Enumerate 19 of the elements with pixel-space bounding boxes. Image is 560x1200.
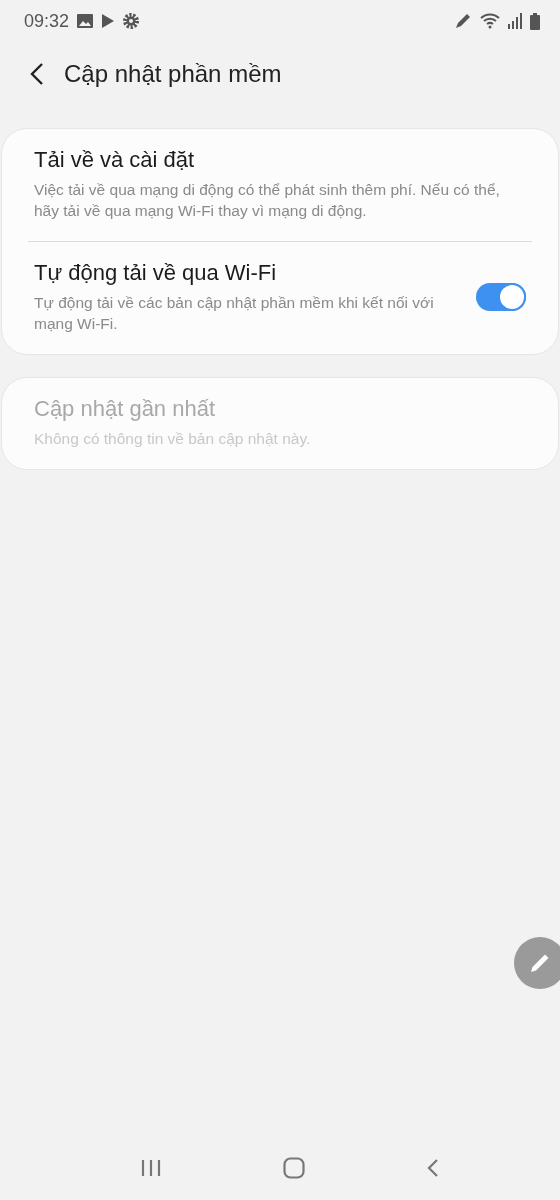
wifi-icon xyxy=(480,13,500,29)
setting-title[interactable]: Tự động tải về qua Wi-Fi xyxy=(34,260,452,286)
back-icon[interactable] xyxy=(30,62,44,86)
setting-description: Việc tải về qua mạng di động có thể phát sinh thêm phí. Nếu có thể, hãy tải về qua mạng Wi-Fi thay vì mạng di động. xyxy=(34,180,501,221)
edit-button[interactable] xyxy=(514,937,560,989)
setting-title[interactable]: Tải về và cài đặt xyxy=(34,147,526,173)
toggle-switch[interactable] xyxy=(476,283,526,311)
signal-icon xyxy=(508,13,522,29)
setting-description: Tự động tải về các bản cập nhật phần mềm khi kết nối với mạng Wi-Fi. xyxy=(34,293,435,334)
status-time: 09:32 xyxy=(24,10,70,32)
image-icon xyxy=(77,14,94,28)
play-icon xyxy=(101,13,116,29)
battery-icon xyxy=(530,12,540,30)
page-title: Cập nhật phần mềm xyxy=(64,60,282,88)
home-icon[interactable] xyxy=(283,1157,305,1179)
setting-title: Cập nhật gần nhất xyxy=(34,396,217,422)
recent-apps-icon[interactable] xyxy=(140,1159,163,1177)
pen-icon xyxy=(454,12,472,30)
settings-icon xyxy=(123,13,140,29)
